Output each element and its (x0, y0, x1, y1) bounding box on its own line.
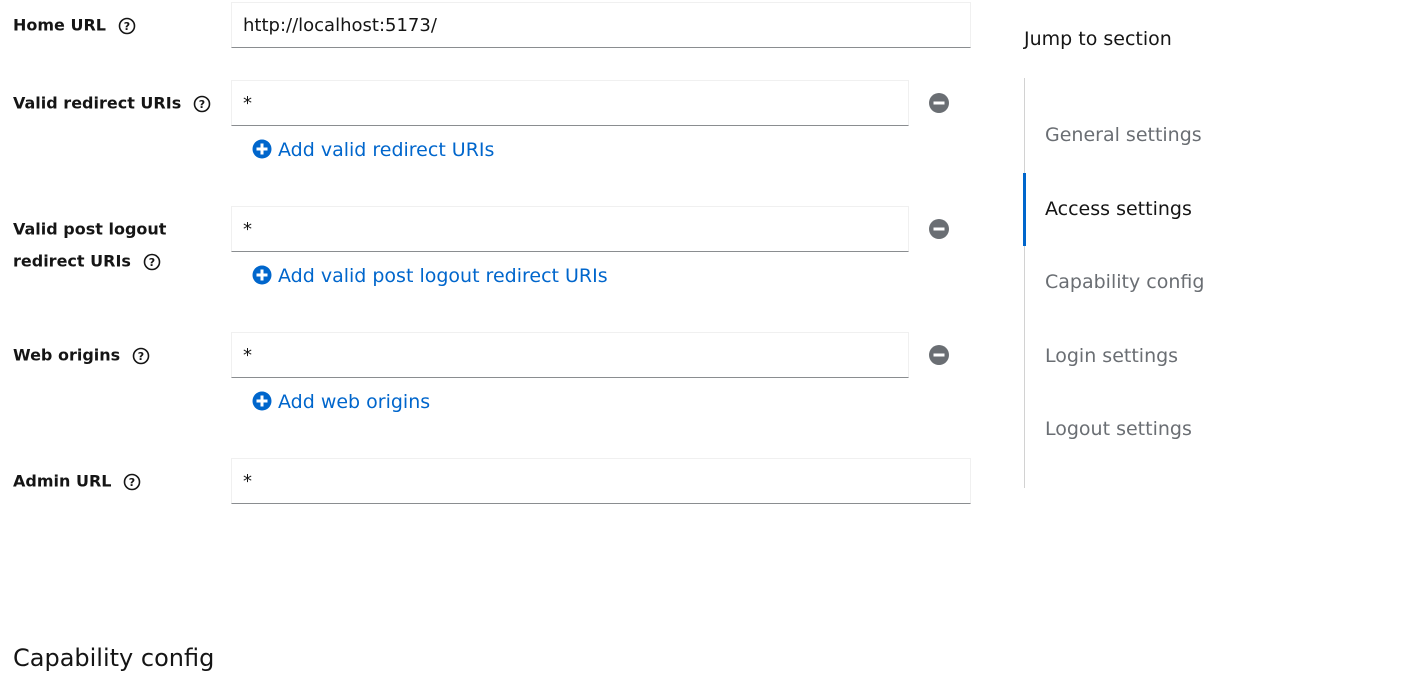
web-origin-field[interactable] (231, 332, 909, 378)
help-icon[interactable]: ? (132, 347, 150, 365)
plus-circle-icon (252, 265, 272, 285)
home-url-input[interactable] (232, 3, 970, 47)
help-icon[interactable]: ? (118, 17, 136, 35)
jump-item-capability-config[interactable]: Capability config (1025, 246, 1285, 319)
help-icon[interactable]: ? (143, 253, 161, 271)
valid-post-logout-uri-field[interactable] (231, 206, 909, 252)
jump-item-general-settings[interactable]: General settings (1025, 99, 1285, 172)
remove-post-logout-uri-button[interactable] (928, 218, 950, 240)
home-url-label-text: Home URL (13, 15, 106, 35)
add-valid-post-logout-uris-link[interactable]: Add valid post logout redirect URIs (252, 263, 608, 289)
plus-circle-icon (252, 391, 272, 411)
admin-url-label-text: Admin URL (13, 471, 112, 491)
valid-redirect-uris-label: Valid redirect URIs ? (13, 87, 211, 120)
plus-circle-icon (252, 139, 272, 159)
admin-url-field[interactable] (231, 458, 971, 504)
admin-url-input[interactable] (232, 459, 970, 503)
jump-to-section-nav: General settings Access settings Capabil… (1023, 78, 1325, 488)
admin-url-label: Admin URL ? (13, 465, 141, 498)
home-url-field[interactable] (231, 2, 971, 48)
add-valid-redirect-uris-link[interactable]: Add valid redirect URIs (252, 137, 494, 163)
web-origins-label: Web origins ? (13, 339, 150, 372)
jump-item-access-settings[interactable]: Access settings (1023, 173, 1283, 246)
jump-item-logout-settings[interactable]: Logout settings (1025, 393, 1285, 466)
add-valid-post-logout-uris-label: Add valid post logout redirect URIs (278, 265, 608, 287)
web-origins-label-text: Web origins (13, 345, 121, 365)
add-web-origins-label: Add web origins (278, 391, 431, 413)
valid-redirect-uri-input[interactable] (232, 81, 908, 125)
svg-text:?: ? (199, 98, 205, 111)
add-web-origins-link[interactable]: Add web origins (252, 389, 430, 415)
client-access-settings-page: Home URL ? Valid redirect URIs ? Add val… (0, 0, 1422, 691)
valid-redirect-uris-label-text: Valid redirect URIs (13, 93, 182, 113)
remove-redirect-uri-button[interactable] (928, 92, 950, 114)
web-origin-input[interactable] (232, 333, 908, 377)
valid-post-logout-label-line2: redirect URIs (13, 251, 131, 271)
remove-web-origin-button[interactable] (928, 344, 950, 366)
jump-item-login-settings[interactable]: Login settings (1025, 320, 1285, 393)
valid-redirect-uri-field[interactable] (231, 80, 909, 126)
help-icon[interactable]: ? (123, 473, 141, 491)
jump-to-section-title: Jump to section (1024, 28, 1172, 50)
valid-post-logout-label-line1: Valid post logout (13, 219, 167, 239)
home-url-label: Home URL ? (13, 9, 136, 42)
svg-text:?: ? (148, 256, 154, 269)
valid-post-logout-uri-input[interactable] (232, 207, 908, 251)
svg-text:?: ? (138, 350, 144, 363)
svg-text:?: ? (129, 476, 135, 489)
add-valid-redirect-uris-label: Add valid redirect URIs (278, 139, 495, 161)
help-icon[interactable]: ? (193, 95, 211, 113)
svg-text:?: ? (123, 20, 129, 33)
valid-post-logout-label-second: redirect URIs ? (13, 245, 161, 278)
capability-config-heading: Capability config (13, 644, 215, 672)
valid-post-logout-label: Valid post logout (13, 213, 166, 246)
